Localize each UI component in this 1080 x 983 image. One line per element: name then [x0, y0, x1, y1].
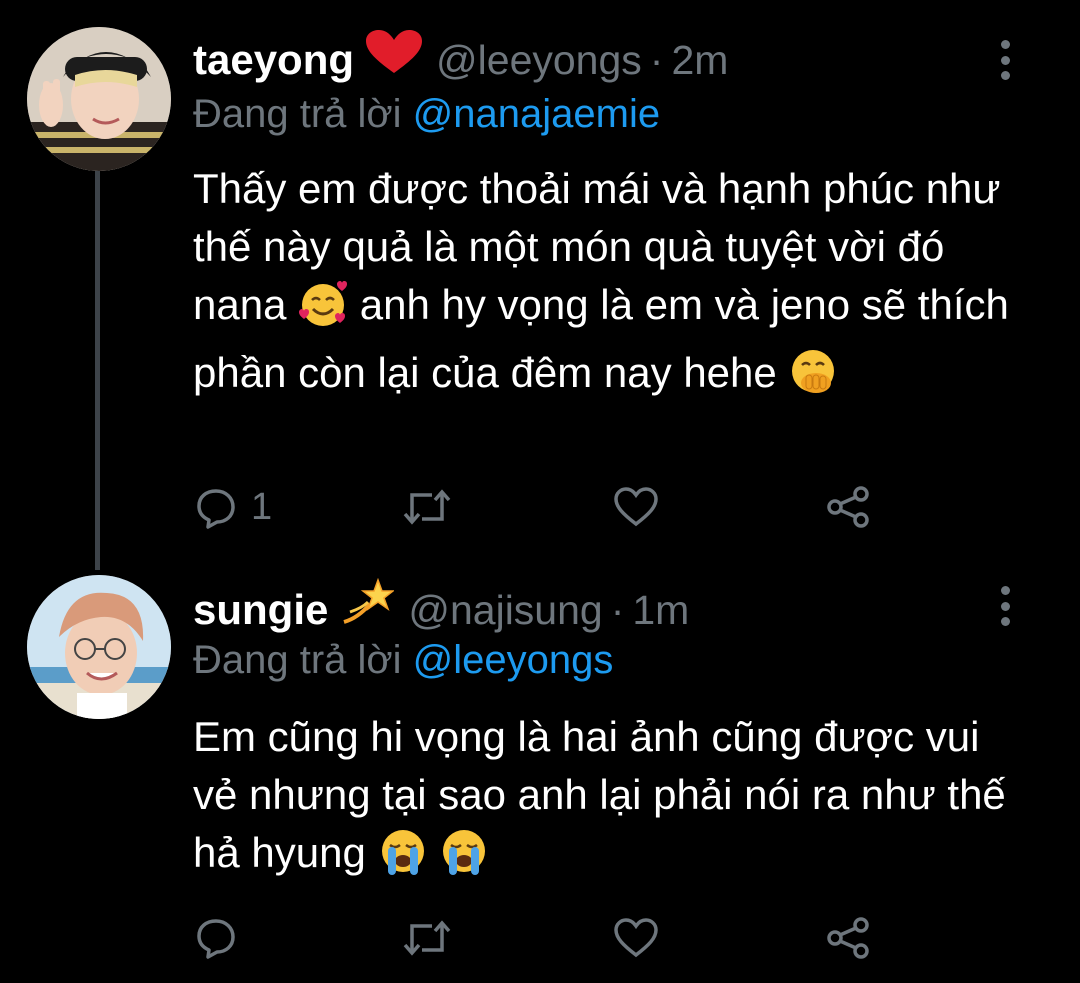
separator-dot: ·: [610, 587, 625, 633]
face-with-hand-over-mouth-icon: [788, 347, 838, 412]
tweet-actions: [195, 917, 875, 959]
avatar-taeyong[interactable]: [27, 27, 171, 171]
timestamp[interactable]: 1m: [632, 587, 689, 634]
tweet-text-part: Em cũng hi vọng là hai ảnh cũng được vui…: [193, 713, 1006, 876]
tweet-text: Thấy em được thoải mái và hạnh phúc như …: [193, 160, 1033, 412]
retweet-icon: [403, 920, 451, 956]
heart-icon: [614, 918, 658, 958]
reply-button[interactable]: [195, 917, 251, 959]
tweet-text: Em cũng hi vọng là hai ảnh cũng được vui…: [193, 708, 1033, 892]
reply-icon: [197, 919, 235, 959]
replying-to: Đang trả lời @nanajaemie: [193, 92, 660, 137]
retweet-button[interactable]: [402, 486, 466, 528]
loudly-crying-face-icon: [378, 827, 428, 892]
reply-mention-link[interactable]: @leeyongs: [413, 638, 614, 682]
tweet-header: sungie @najisung · 1m: [193, 577, 689, 634]
timestamp[interactable]: 2m: [671, 37, 728, 84]
handle[interactable]: @najisung: [408, 587, 602, 634]
retweet-icon: [403, 489, 451, 525]
share-icon: [827, 486, 869, 528]
replying-prefix: Đang trả lời: [193, 92, 402, 136]
reply-mention-link[interactable]: @nanajaemie: [413, 92, 660, 136]
replying-to: Đang trả lời @leeyongs: [193, 638, 613, 683]
thread-connector-line: [95, 168, 100, 570]
share-button[interactable]: [825, 486, 871, 528]
display-name[interactable]: taeyong: [193, 36, 354, 84]
heart-icon: [614, 487, 658, 527]
reply-icon: [197, 488, 235, 529]
reply-count: 1: [251, 486, 273, 528]
display-name[interactable]: sungie: [193, 586, 328, 634]
red-heart-icon: [366, 30, 423, 79]
tweet-actions: 1: [195, 486, 875, 529]
like-button[interactable]: [613, 917, 673, 959]
share-button[interactable]: [825, 917, 871, 959]
replying-prefix: Đang trả lời: [193, 638, 402, 682]
more-options-icon[interactable]: [996, 586, 1014, 626]
loudly-crying-face-icon: [439, 827, 489, 892]
separator-dot: ·: [649, 37, 664, 83]
tweet-header: taeyong @leeyongs · 2m: [193, 30, 728, 84]
retweet-button[interactable]: [402, 917, 466, 959]
share-icon: [827, 917, 869, 959]
avatar-sungie[interactable]: [27, 575, 171, 719]
reply-button[interactable]: 1: [195, 486, 272, 529]
more-options-icon[interactable]: [996, 40, 1014, 80]
smiling-face-with-hearts-icon: [298, 279, 348, 344]
handle[interactable]: @leeyongs: [436, 37, 642, 84]
like-button[interactable]: [613, 486, 673, 528]
dizzy-star-icon: [340, 577, 396, 629]
